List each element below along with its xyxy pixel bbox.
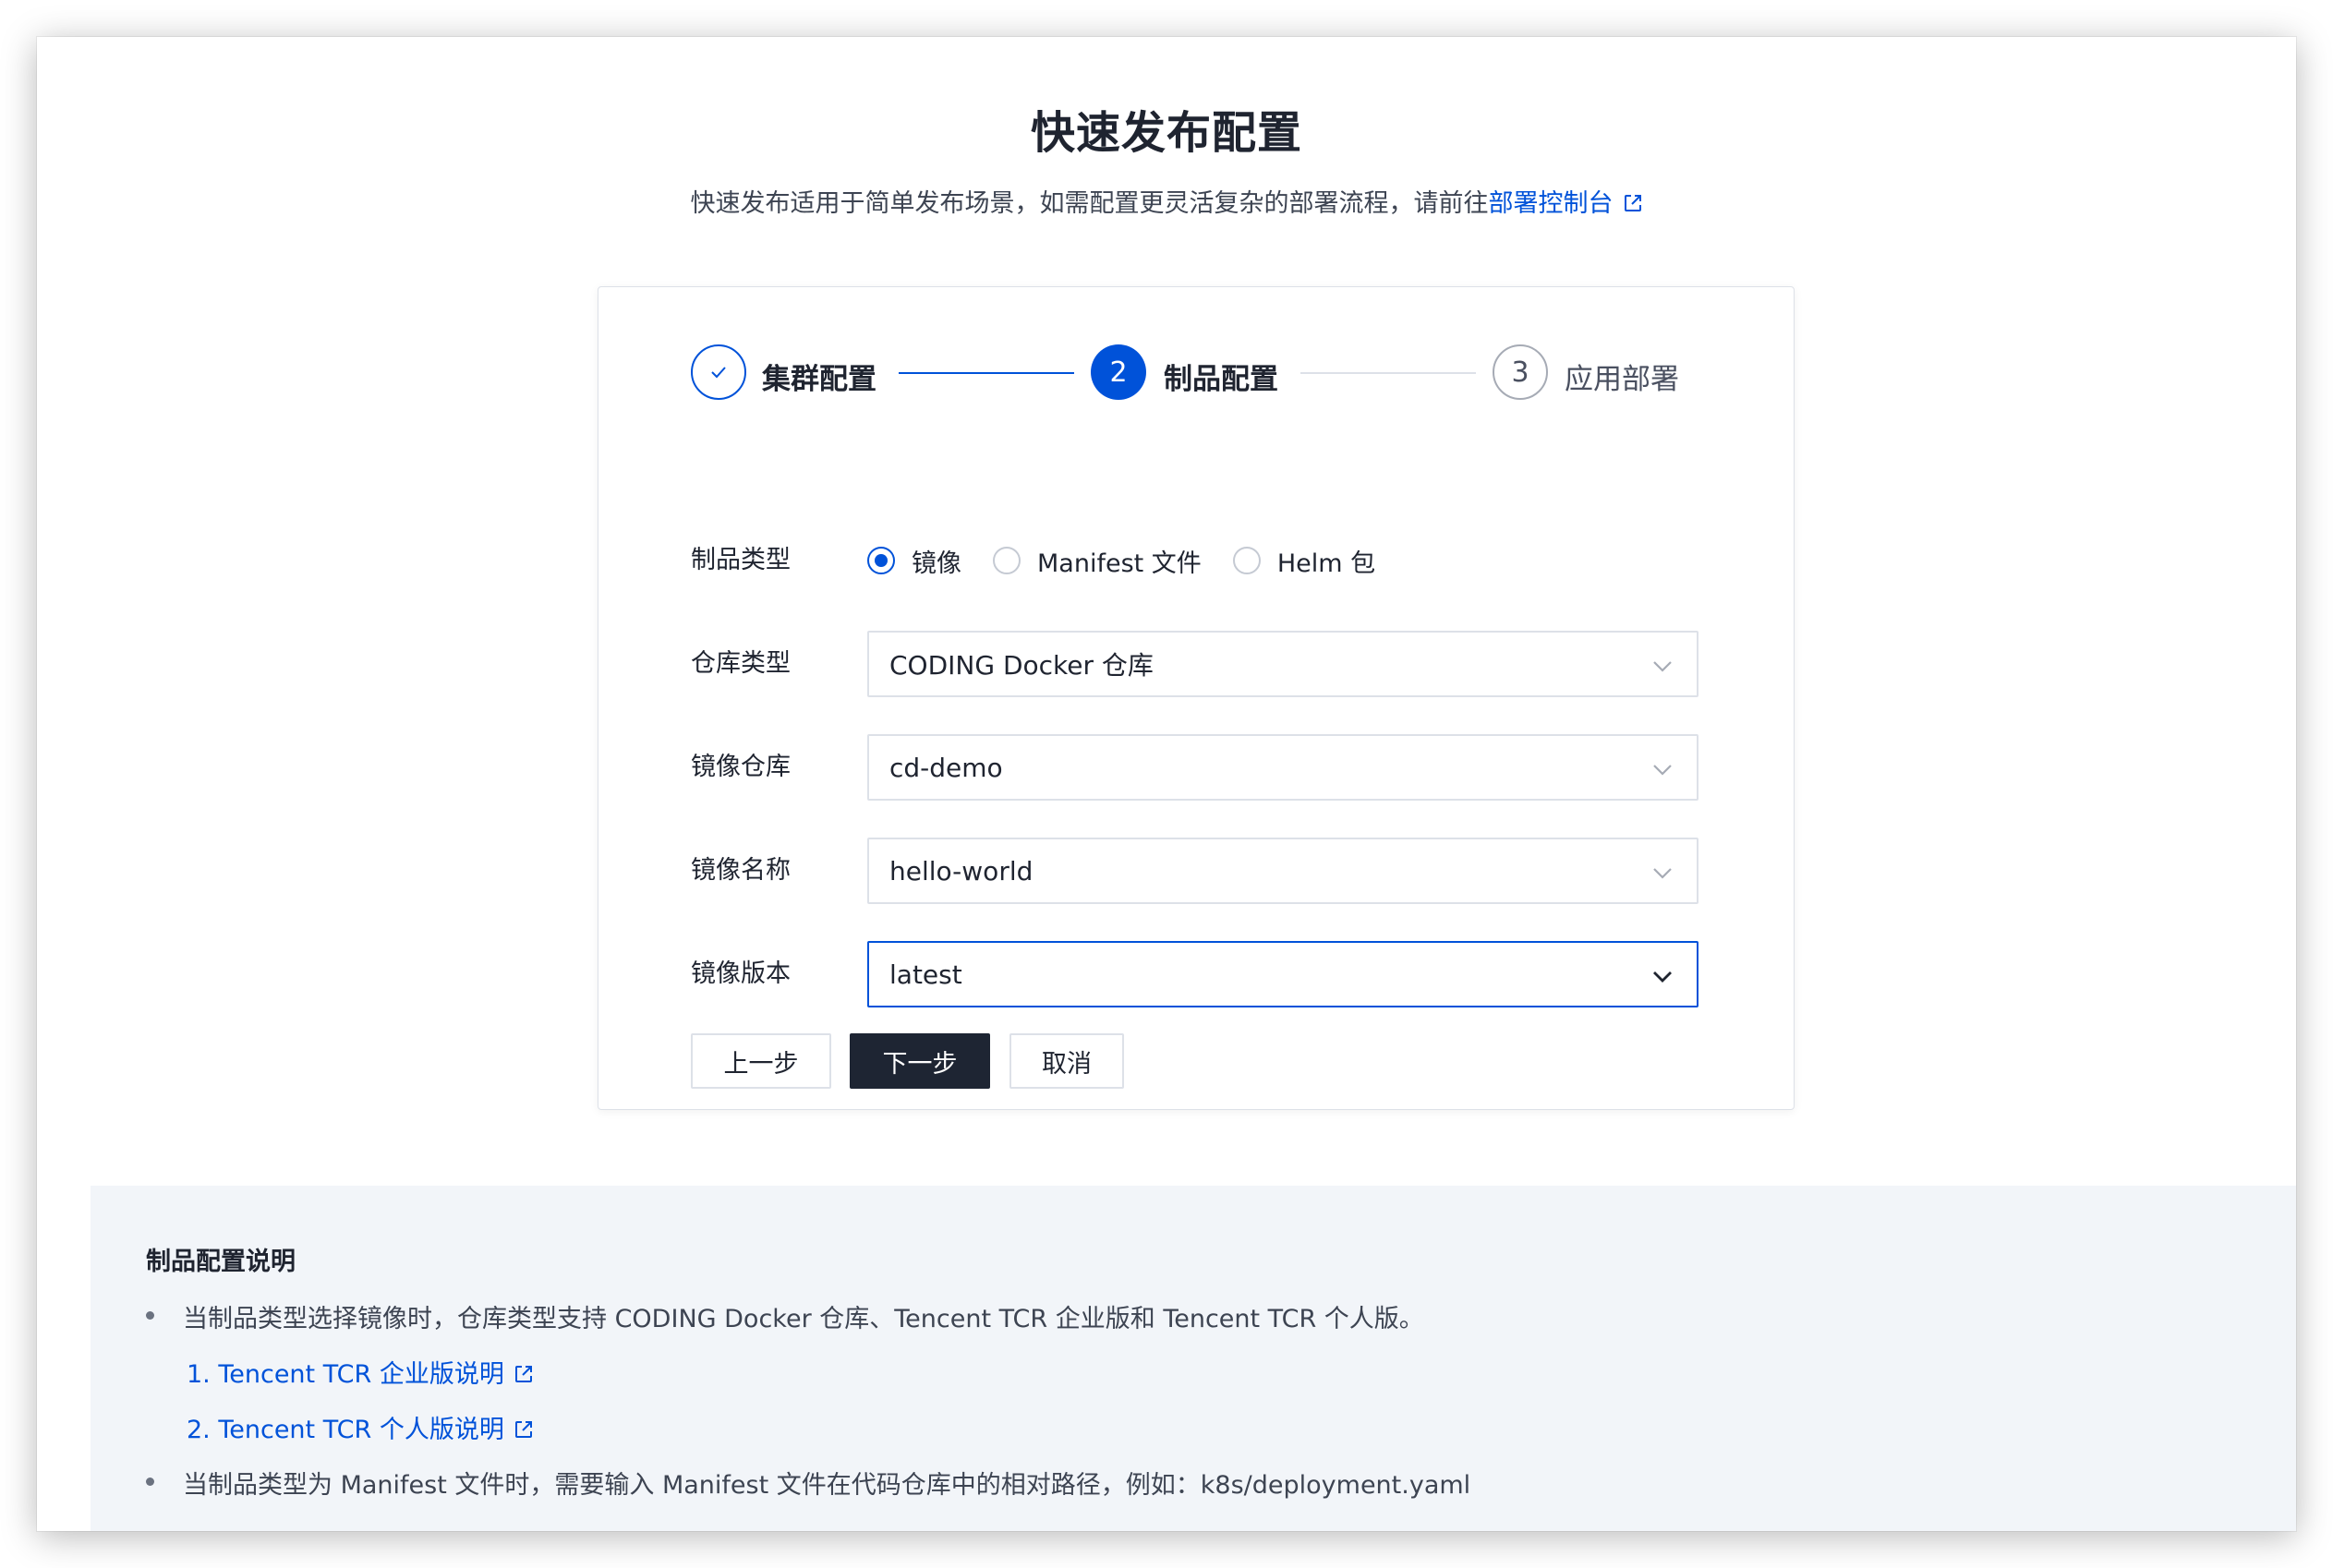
step-2-label: 制品配置 bbox=[1164, 363, 1278, 396]
artifact-type-radio-group: 镜像 Manifest 文件 Helm 包 bbox=[867, 527, 1407, 594]
image-name-value: hello-world bbox=[889, 855, 1034, 887]
check-icon bbox=[711, 367, 726, 379]
step-2-indicator: 2 bbox=[1091, 344, 1146, 400]
radio-image-label: 镜像 bbox=[912, 549, 961, 578]
step-1-indicator bbox=[691, 344, 746, 400]
tcr-enterprise-link[interactable]: 1. Tencent TCR 企业版说明 bbox=[187, 1354, 534, 1390]
image-repo-value: cd-demo bbox=[889, 752, 1003, 783]
image-version-row: 镜像版本 latest bbox=[691, 941, 1707, 1007]
tcr-personal-link[interactable]: 2. Tencent TCR 个人版说明 bbox=[187, 1409, 534, 1445]
chevron-down-icon bbox=[1653, 661, 1672, 672]
repo-type-value: CODING Docker 仓库 bbox=[889, 650, 1154, 681]
radio-manifest-label: Manifest 文件 bbox=[1037, 549, 1202, 578]
radio-manifest-dot[interactable] bbox=[993, 547, 1021, 574]
image-repo-select[interactable]: cd-demo bbox=[867, 734, 1698, 801]
radio-image[interactable]: 镜像 bbox=[867, 543, 961, 579]
step-connector-2 bbox=[1300, 372, 1476, 374]
step-3-label: 应用部署 bbox=[1565, 363, 1679, 396]
step-connector-1 bbox=[899, 372, 1074, 374]
image-version-select[interactable]: latest bbox=[867, 941, 1698, 1007]
deploy-console-link-label: 部署控制台 bbox=[1488, 189, 1614, 218]
info-title: 制品配置说明 bbox=[146, 1248, 296, 1276]
app-window: 快速发布配置 快速发布适用于简单发布场景，如需配置更灵活复杂的部署流程，请前往部… bbox=[37, 37, 2296, 1531]
chevron-down-icon bbox=[1653, 868, 1672, 879]
artifact-type-label: 制品类型 bbox=[691, 546, 791, 574]
stepper: 集群配置 2 制品配置 3 应用部署 bbox=[691, 343, 1707, 402]
radio-helm[interactable]: Helm 包 bbox=[1232, 543, 1376, 579]
repo-type-label: 仓库类型 bbox=[691, 649, 791, 678]
chevron-down-icon bbox=[1653, 971, 1672, 983]
deploy-console-link[interactable]: 部署控制台 bbox=[1489, 189, 1643, 218]
tcr-personal-link-label: 2. Tencent TCR 个人版说明 bbox=[187, 1416, 504, 1444]
info-bullet-manifest-text: 当制品类型为 Manifest 文件时，需要输入 Manifest 文件在代码仓… bbox=[183, 1471, 1471, 1500]
artifact-config-info-panel: 制品配置说明 当制品类型选择镜像时，仓库类型支持 CODING Docker 仓… bbox=[91, 1186, 2296, 1531]
radio-helm-dot[interactable] bbox=[1232, 547, 1261, 574]
image-version-value: latest bbox=[889, 959, 962, 990]
info-bullet-manifest: 当制品类型为 Manifest 文件时，需要输入 Manifest 文件在代码仓… bbox=[146, 1465, 1470, 1501]
page-subtitle: 快速发布适用于简单发布场景，如需配置更灵活复杂的部署流程，请前往部署控制台 bbox=[37, 183, 2296, 219]
prev-step-button[interactable]: 上一步 bbox=[691, 1033, 831, 1089]
step-3-indicator: 3 bbox=[1493, 344, 1548, 400]
next-step-button[interactable]: 下一步 bbox=[850, 1033, 990, 1089]
config-card: 集群配置 2 制品配置 3 应用部署 制品类型 镜像 Manifest 文件 H… bbox=[598, 286, 1795, 1110]
external-link-icon bbox=[514, 1366, 532, 1382]
tcr-enterprise-link-label: 1. Tencent TCR 企业版说明 bbox=[187, 1360, 504, 1389]
external-link-icon bbox=[1624, 195, 1641, 211]
info-bullet-image: 当制品类型选择镜像时，仓库类型支持 CODING Docker 仓库、Tence… bbox=[146, 1298, 1424, 1334]
radio-manifest[interactable]: Manifest 文件 bbox=[993, 543, 1202, 579]
chevron-down-icon bbox=[1653, 765, 1672, 776]
cancel-button[interactable]: 取消 bbox=[1009, 1033, 1124, 1089]
subtitle-text: 快速发布适用于简单发布场景，如需配置更灵活复杂的部署流程，请前往 bbox=[690, 189, 1489, 218]
radio-helm-label: Helm 包 bbox=[1276, 549, 1376, 578]
image-repo-row: 镜像仓库 cd-demo bbox=[691, 734, 1707, 801]
image-name-row: 镜像名称 hello-world bbox=[691, 838, 1707, 904]
external-link-icon bbox=[514, 1421, 532, 1438]
repo-type-select[interactable]: CODING Docker 仓库 bbox=[867, 631, 1698, 697]
artifact-type-row: 制品类型 镜像 Manifest 文件 Helm 包 bbox=[691, 527, 1707, 594]
image-version-label: 镜像版本 bbox=[691, 959, 791, 988]
image-repo-label: 镜像仓库 bbox=[691, 753, 791, 781]
page-title: 快速发布配置 bbox=[1030, 107, 1302, 159]
image-name-label: 镜像名称 bbox=[691, 856, 791, 885]
image-name-select[interactable]: hello-world bbox=[867, 838, 1698, 904]
repo-type-row: 仓库类型 CODING Docker 仓库 bbox=[691, 631, 1707, 697]
info-bullet-image-text: 当制品类型选择镜像时，仓库类型支持 CODING Docker 仓库、Tence… bbox=[183, 1305, 1424, 1333]
radio-image-dot[interactable] bbox=[867, 547, 895, 574]
step-1-label: 集群配置 bbox=[762, 363, 876, 396]
